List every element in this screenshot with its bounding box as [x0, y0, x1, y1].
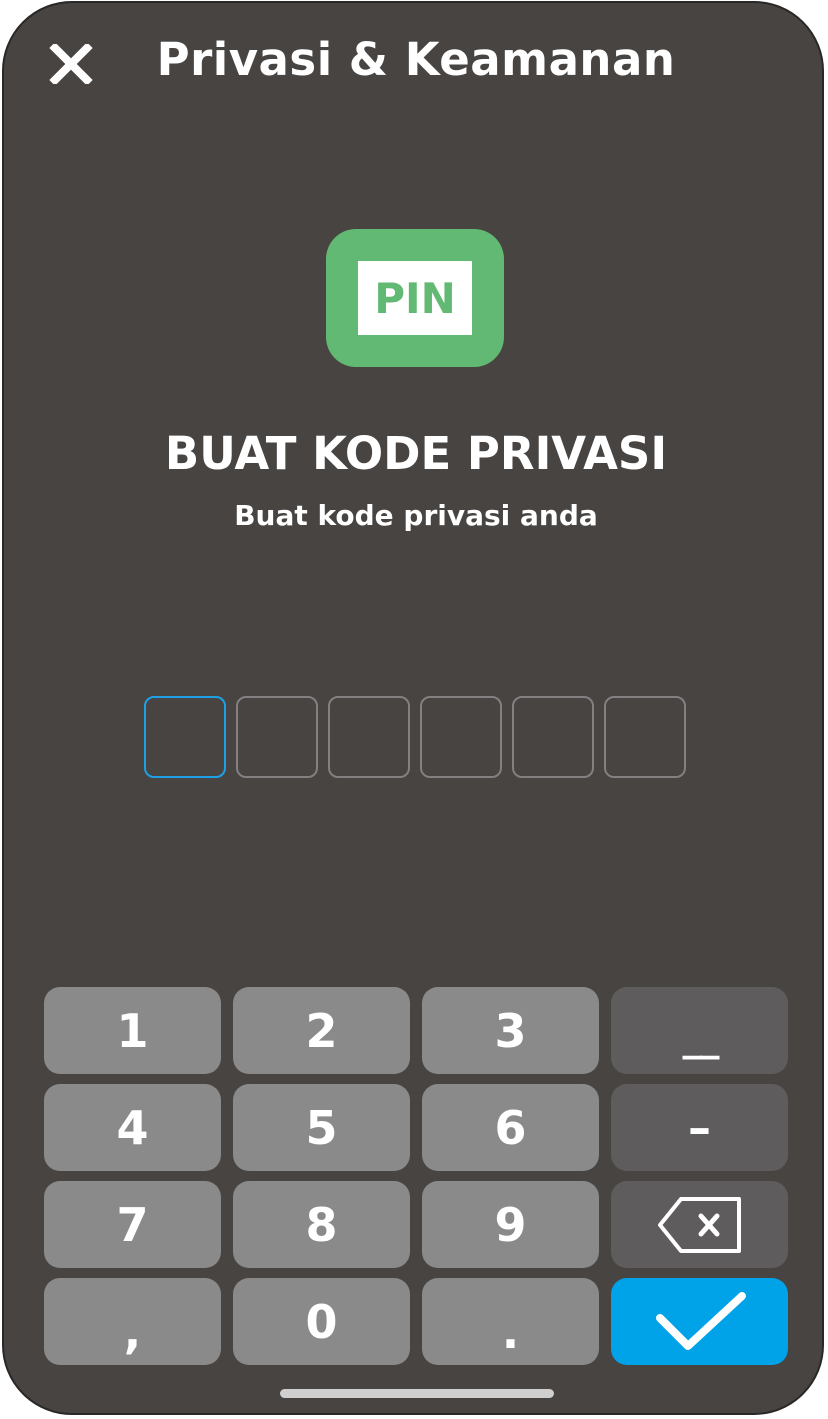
- checkmark-icon: [655, 1291, 746, 1350]
- key-label: 9: [494, 1197, 527, 1252]
- key-1[interactable]: 1: [44, 987, 221, 1074]
- home-indicator[interactable]: [280, 1389, 554, 1398]
- key-underscore[interactable]: __: [611, 987, 788, 1074]
- key-9[interactable]: 9: [422, 1181, 599, 1268]
- pin-icon: PIN: [326, 229, 504, 367]
- key-label: 8: [305, 1197, 338, 1252]
- pin-badge-label: PIN: [358, 261, 472, 335]
- key-2[interactable]: 2: [233, 987, 410, 1074]
- page-title: Privasi & Keamanan: [156, 33, 676, 86]
- pin-digit-box[interactable]: [328, 696, 410, 778]
- key-3[interactable]: 3: [422, 987, 599, 1074]
- key-6[interactable]: 6: [422, 1084, 599, 1171]
- key-0[interactable]: 0: [233, 1278, 410, 1365]
- pin-digit-box[interactable]: [144, 696, 226, 778]
- pin-digit-box[interactable]: [420, 696, 502, 778]
- key-label: .: [501, 1304, 520, 1359]
- numeric-keypad: 1 2 3 __ 4 5 6 – 7 8 9, 0.: [44, 987, 788, 1365]
- key-4[interactable]: 4: [44, 1084, 221, 1171]
- key-label: 0: [305, 1294, 338, 1349]
- key-label: __: [682, 1013, 720, 1060]
- key-label: 6: [494, 1100, 527, 1155]
- key-label: ,: [123, 1304, 142, 1359]
- key-label: 5: [305, 1100, 338, 1155]
- key-5[interactable]: 5: [233, 1084, 410, 1171]
- subheading: Buat kode privasi anda: [234, 499, 598, 532]
- pin-input-row[interactable]: [144, 696, 686, 778]
- confirm-key[interactable]: [611, 1278, 788, 1365]
- key-comma[interactable]: ,: [44, 1278, 221, 1365]
- pin-digit-box[interactable]: [604, 696, 686, 778]
- key-7[interactable]: 7: [44, 1181, 221, 1268]
- key-label: 1: [116, 1003, 149, 1058]
- phone-screen: Privasi & Keamanan PIN BUAT KODE PRIVASI…: [2, 1, 824, 1415]
- key-label: 4: [116, 1100, 149, 1155]
- key-label: 3: [494, 1003, 527, 1058]
- pin-digit-box[interactable]: [236, 696, 318, 778]
- key-label: 2: [305, 1003, 338, 1058]
- key-label: –: [688, 1100, 711, 1155]
- key-8[interactable]: 8: [233, 1181, 410, 1268]
- backspace-icon: [657, 1196, 741, 1253]
- key-label: 7: [116, 1197, 149, 1252]
- key-dash[interactable]: –: [611, 1084, 788, 1171]
- pin-digit-box[interactable]: [512, 696, 594, 778]
- backspace-key[interactable]: [611, 1181, 788, 1268]
- main-heading: BUAT KODE PRIVASI: [164, 427, 668, 480]
- key-period[interactable]: .: [422, 1278, 599, 1365]
